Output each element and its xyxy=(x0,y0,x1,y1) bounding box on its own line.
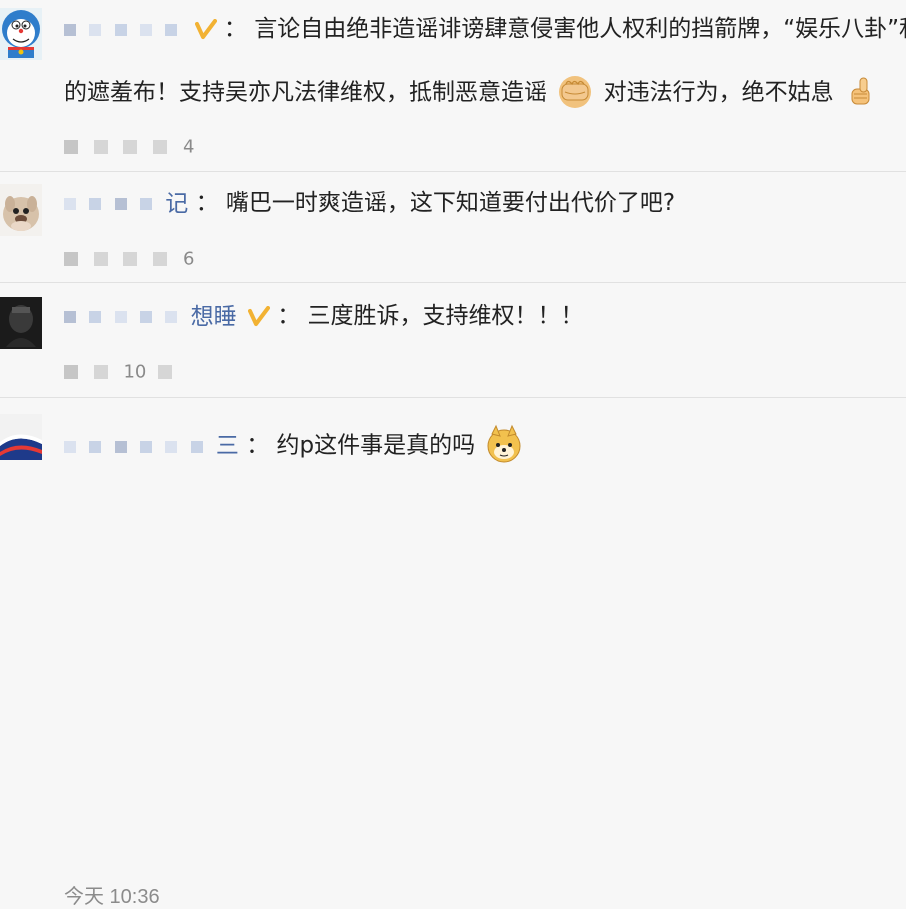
meta-text: 4 xyxy=(182,136,195,158)
avatar[interactable] xyxy=(0,297,42,349)
avatar[interactable] xyxy=(0,414,42,460)
redacted-block xyxy=(114,24,127,36)
redacted-block xyxy=(64,24,76,36)
comment-item: 想睡 ： 三度胜诉，支持维权！！！ 10 xyxy=(0,283,906,397)
redacted-block xyxy=(89,311,102,323)
username[interactable]: 想睡 xyxy=(64,302,237,332)
redacted-block xyxy=(123,252,138,266)
redacted-block xyxy=(114,440,127,453)
username[interactable]: 三 xyxy=(64,431,239,461)
puppy-avatar xyxy=(0,184,42,236)
comment-text-line: 记 ： 嘴巴一时爽造谣，这下知道要付出代价了吧? xyxy=(64,188,675,219)
username-visible: 三 xyxy=(215,433,239,459)
doge-emoji-icon xyxy=(484,424,524,464)
redacted-block xyxy=(158,365,173,379)
fist-emoji-icon xyxy=(556,72,594,110)
avatar[interactable] xyxy=(0,184,42,236)
redacted-block xyxy=(165,440,178,453)
verified-badge-icon xyxy=(194,18,217,41)
redacted-block xyxy=(64,440,76,453)
comment-time: 今天 10:36 xyxy=(64,886,160,908)
flag-avatar xyxy=(0,414,42,460)
colon: ： xyxy=(246,432,270,459)
comment-text: 三度胜诉，支持维权！！！ xyxy=(307,303,584,329)
comment-item: 三 ： 约p这件事是真的吗 今天 10:36 xyxy=(0,398,906,908)
comment-text-line: 的遮羞布！支持吴亦凡法律维权，抵制恶意造谣 对违法行为，绝不姑息 xyxy=(64,74,879,112)
comment-item: 记 ： 嘴巴一时爽造谣，这下知道要付出代价了吧? 6 xyxy=(0,172,906,282)
comment-text: 对违法行为，绝不姑息 xyxy=(603,79,834,106)
redacted-block xyxy=(139,198,152,210)
username[interactable]: 记 xyxy=(64,189,188,219)
colon: ： xyxy=(195,190,219,216)
thumbs-up-emoji-icon xyxy=(843,74,877,108)
comment-text: 嘴巴一时爽造谣，这下知道要付出代价了吧? xyxy=(225,190,676,216)
redacted-block xyxy=(114,198,127,210)
redacted-block xyxy=(165,311,178,323)
cartoon-robot-avatar xyxy=(0,8,42,60)
avatar[interactable] xyxy=(0,8,42,60)
redacted-block xyxy=(190,440,203,453)
verified-badge-icon xyxy=(247,305,270,328)
redacted-block xyxy=(139,311,152,323)
redacted-block xyxy=(64,311,76,323)
comment-text: 约p这件事是真的吗 xyxy=(276,432,476,459)
comment-text-line: 想睡 ： 三度胜诉，支持维权！！！ xyxy=(64,301,584,332)
colon: ： xyxy=(277,303,301,329)
comment-meta: 6 xyxy=(64,248,195,270)
comment-text-line: ： 言论自由绝非造谣诽谤肆意侵害他人权利的挡箭牌，“娱乐八卦”和 xyxy=(64,14,906,45)
redacted-block xyxy=(64,252,78,266)
comment-text-line: 三 ： 约p这件事是真的吗 xyxy=(64,424,526,466)
redacted-block xyxy=(64,365,78,379)
redacted-block xyxy=(89,198,102,210)
dark-photo-avatar xyxy=(0,297,42,349)
colon: ： xyxy=(223,16,247,42)
redacted-block xyxy=(89,440,102,453)
redacted-block xyxy=(114,311,127,323)
comment-meta: 10 xyxy=(64,361,182,383)
meta-text: 6 xyxy=(182,248,195,270)
comment-text: 的遮羞布！支持吴亦凡法律维权，抵制恶意造谣 xyxy=(64,79,547,106)
redacted-block xyxy=(93,140,108,154)
redacted-block xyxy=(165,24,178,36)
redacted-block xyxy=(153,252,168,266)
redacted-block xyxy=(139,440,152,453)
redacted-block xyxy=(123,140,138,154)
redacted-block xyxy=(93,252,108,266)
comment-meta: 4 xyxy=(64,136,195,158)
username[interactable] xyxy=(64,15,183,45)
redacted-block xyxy=(93,365,108,379)
comment-item: ： 言论自由绝非造谣诽谤肆意侵害他人权利的挡箭牌，“娱乐八卦”和 的遮羞布！支持… xyxy=(0,0,906,170)
redacted-block xyxy=(64,140,78,154)
redacted-block xyxy=(139,24,152,36)
redacted-block xyxy=(153,140,168,154)
username-visible: 想睡 xyxy=(190,303,237,330)
redacted-block xyxy=(64,198,76,210)
comment-text: 言论自由绝非造谣诽谤肆意侵害他人权利的挡箭牌，“娱乐八卦”和 xyxy=(254,16,906,42)
username-visible: 记 xyxy=(165,190,189,217)
redacted-block xyxy=(89,24,102,36)
meta-text: 10 xyxy=(123,361,147,383)
